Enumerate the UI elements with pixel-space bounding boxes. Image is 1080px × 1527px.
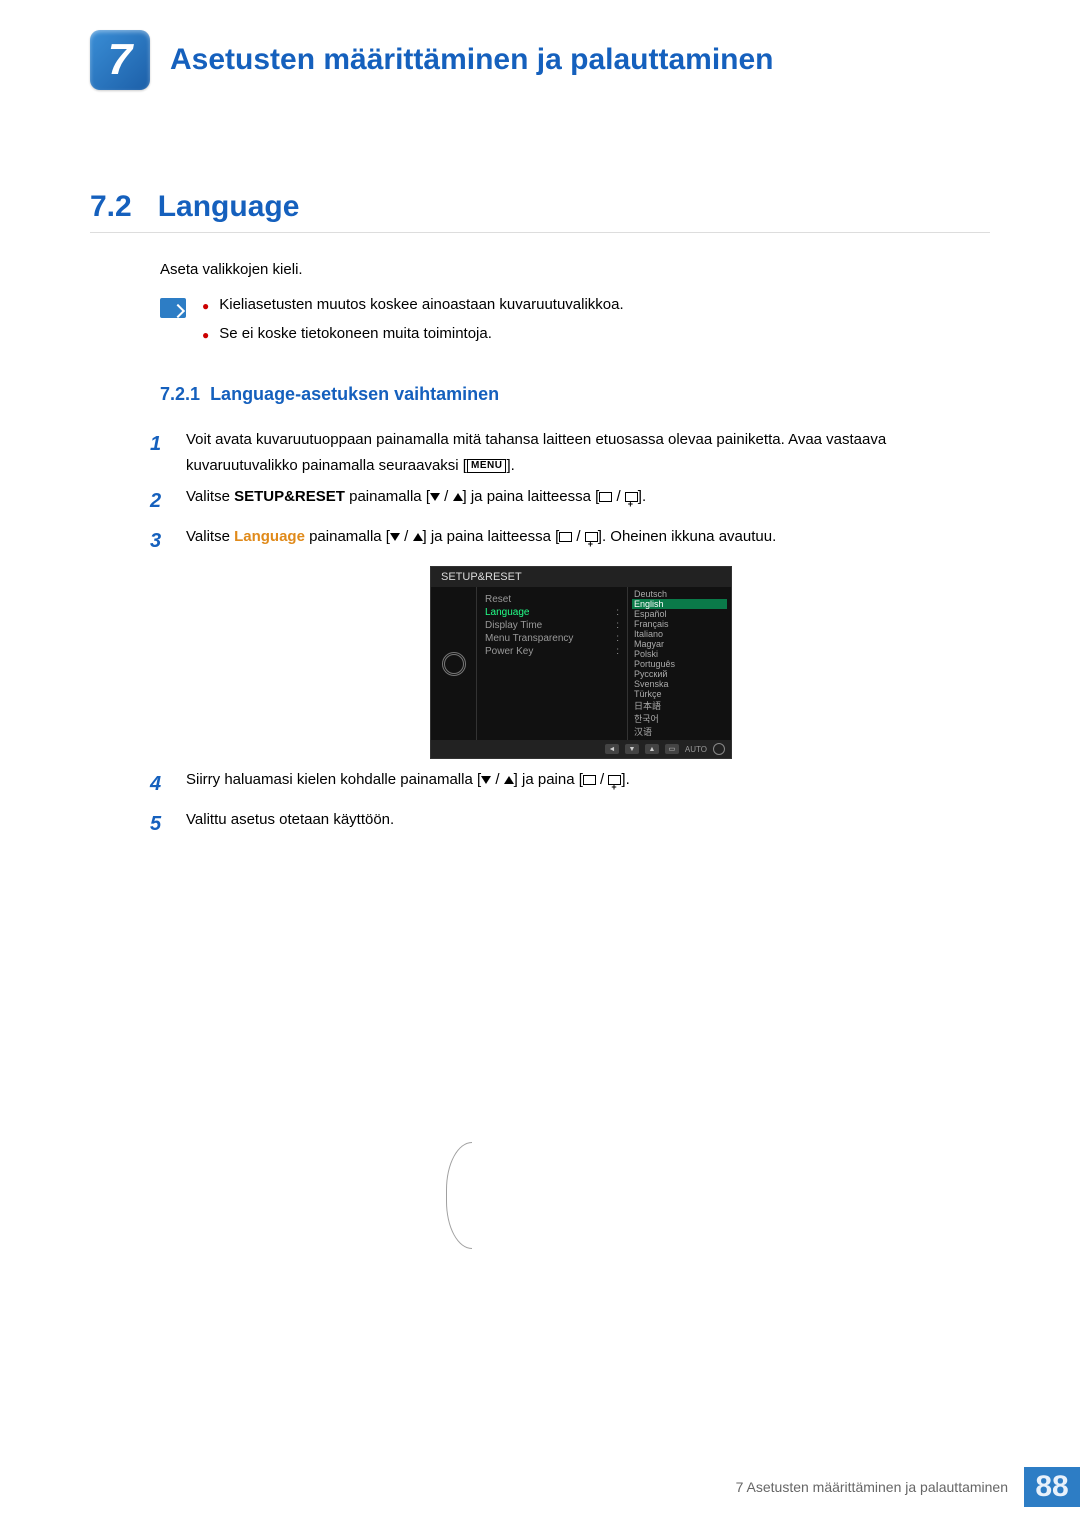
nav-left-icon: ◄ bbox=[605, 744, 619, 754]
step-text: ] ja paina laitteessa [ bbox=[423, 528, 560, 545]
osd-lang-option: Magyar bbox=[632, 639, 727, 649]
step-text: ]. bbox=[621, 771, 629, 788]
subsection-title: Language-asetuksen vaihtaminen bbox=[210, 384, 499, 404]
nav-down-icon: ▼ bbox=[625, 744, 639, 754]
arrow-down-icon bbox=[430, 493, 440, 501]
auto-label: AUTO bbox=[685, 745, 707, 754]
osd-item-label: Language bbox=[485, 607, 530, 618]
step-text: Voit avata kuvaruutuoppaan painamalla mi… bbox=[186, 431, 886, 474]
section-heading: 7.2 Language bbox=[90, 190, 990, 233]
power-icon bbox=[713, 743, 725, 755]
note-icon bbox=[160, 298, 186, 318]
osd-lang-option: Italiano bbox=[632, 629, 727, 639]
osd-lang-option: Svenska bbox=[632, 679, 727, 689]
chapter-title: Asetusten määrittäminen ja palauttaminen bbox=[170, 43, 774, 77]
arrow-up-icon bbox=[453, 493, 463, 501]
osd-lang-option: 日本語 bbox=[632, 699, 727, 712]
step-text: Siirry haluamasi kielen kohdalle painama… bbox=[186, 771, 481, 788]
step-text: ]. bbox=[638, 488, 646, 505]
bullet-icon: ● bbox=[202, 300, 209, 313]
osd-lang-option: Türkçe bbox=[632, 689, 727, 699]
section-title: Language bbox=[158, 190, 300, 224]
step-text: ] ja paina [ bbox=[514, 771, 583, 788]
nav-enter-icon: ▭ bbox=[665, 744, 679, 754]
osd-lang-option: English bbox=[632, 599, 727, 609]
arrow-down-icon bbox=[390, 533, 400, 541]
osd-lang-option: Deutsch bbox=[632, 589, 727, 599]
subsection-number: 7.2.1 bbox=[160, 384, 200, 404]
step-text: ] ja paina laitteessa [ bbox=[463, 488, 600, 505]
window-icon bbox=[583, 775, 596, 785]
osd-item-label: Display Time bbox=[485, 620, 542, 631]
gear-icon bbox=[442, 652, 466, 676]
step: 4 Siirry haluamasi kielen kohdalle paina… bbox=[150, 767, 990, 801]
osd-item-label: Menu Transparency bbox=[485, 633, 573, 644]
arrow-up-icon bbox=[413, 533, 423, 541]
note-text: Se ei koske tietokoneen muita toimintoja… bbox=[219, 325, 492, 342]
osd-lang-option: Русский bbox=[632, 669, 727, 679]
chapter-number: 7 bbox=[108, 35, 132, 85]
step-text: ]. Oheinen ikkuna avautuu. bbox=[598, 528, 776, 545]
bullet-icon: ● bbox=[202, 329, 209, 342]
osd-language-list: Deutsch English Español Français Italian… bbox=[627, 587, 731, 740]
step-text: ]. bbox=[506, 457, 514, 474]
osd-screenshot: SETUP&RESET Reset Language: Display Time… bbox=[430, 566, 732, 759]
step-number: 5 bbox=[150, 807, 170, 841]
osd-title: SETUP&RESET bbox=[431, 567, 731, 587]
step-number: 1 bbox=[150, 427, 170, 478]
window-plus-icon bbox=[608, 775, 621, 785]
osd-menu: Reset Language: Display Time: Menu Trans… bbox=[477, 587, 627, 740]
section-intro: Aseta valikkojen kieli. bbox=[90, 261, 990, 278]
window-plus-icon bbox=[625, 492, 638, 502]
chapter-number-badge: 7 bbox=[90, 30, 150, 90]
step-text: Valittu asetus otetaan käyttöön. bbox=[186, 807, 990, 841]
chapter-header: 7 Asetusten määrittäminen ja palauttamin… bbox=[90, 30, 990, 90]
step: 5 Valittu asetus otetaan käyttöön. bbox=[150, 807, 990, 841]
osd-lang-option: Español bbox=[632, 609, 727, 619]
step-text: Valitse bbox=[186, 488, 234, 505]
osd-item-label: Power Key bbox=[485, 646, 533, 657]
step-bold: SETUP&RESET bbox=[234, 488, 345, 505]
page-footer: 7 Asetusten määrittäminen ja palauttamin… bbox=[720, 1467, 1080, 1507]
nav-up-icon: ▲ bbox=[645, 744, 659, 754]
osd-footer: ◄ ▼ ▲ ▭ AUTO bbox=[431, 740, 731, 758]
page-number: 88 bbox=[1024, 1467, 1080, 1507]
step: 2 Valitse SETUP&RESET painamalla [ / ] j… bbox=[150, 484, 990, 518]
subsection-heading: 7.2.1 Language-asetuksen vaihtaminen bbox=[90, 384, 990, 405]
osd-lang-option: Français bbox=[632, 619, 727, 629]
osd-lang-option: Português bbox=[632, 659, 727, 669]
osd-lang-option: Polski bbox=[632, 649, 727, 659]
step-number: 3 bbox=[150, 524, 170, 558]
osd-lang-option: 한국어 bbox=[632, 712, 727, 725]
step: 3 Valitse Language painamalla [ / ] ja p… bbox=[150, 524, 990, 558]
step: 1 Voit avata kuvaruutuoppaan painamalla … bbox=[150, 427, 990, 478]
footer-chapter-label: 7 Asetusten määrittäminen ja palauttamin… bbox=[720, 1467, 1024, 1507]
step-highlight: Language bbox=[234, 528, 305, 545]
window-plus-icon bbox=[585, 532, 598, 542]
menu-button-icon: MENU bbox=[467, 459, 506, 473]
note-text: Kieliasetusten muutos koskee ainoastaan … bbox=[219, 296, 623, 313]
step-text: painamalla [ bbox=[345, 488, 430, 505]
step-number: 4 bbox=[150, 767, 170, 801]
window-icon bbox=[559, 532, 572, 542]
step-text: Valitse bbox=[186, 528, 234, 545]
step-text: painamalla [ bbox=[305, 528, 390, 545]
window-icon bbox=[599, 492, 612, 502]
osd-lang-option: 汉语 bbox=[632, 725, 727, 738]
osd-item-label: Reset bbox=[485, 594, 511, 605]
section-number: 7.2 bbox=[90, 190, 132, 224]
note-block: ● Kieliasetusten muutos koskee ainoastaa… bbox=[90, 296, 990, 354]
step-number: 2 bbox=[150, 484, 170, 518]
arrow-down-icon bbox=[481, 776, 491, 784]
arrow-up-icon bbox=[504, 776, 514, 784]
